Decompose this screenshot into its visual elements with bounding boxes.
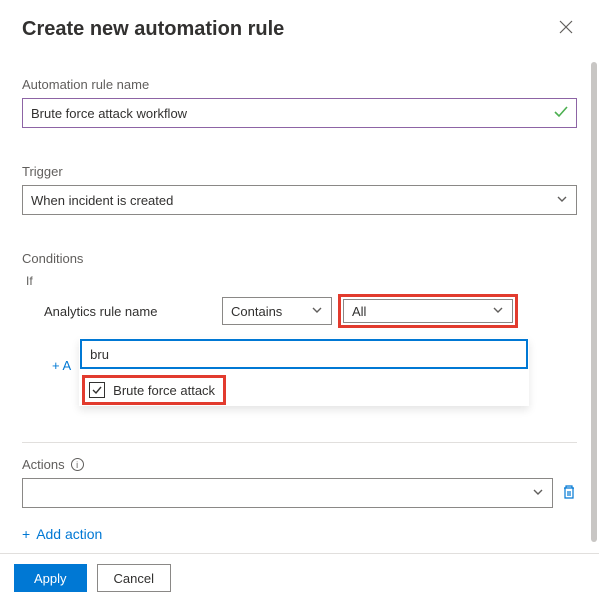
chevron-down-icon <box>492 304 504 319</box>
cancel-button[interactable]: Cancel <box>97 564 171 592</box>
condition-scope-value: All <box>352 304 366 319</box>
conditions-label: Conditions <box>22 251 577 266</box>
info-icon[interactable]: i <box>71 458 84 471</box>
actions-label: Actions <box>22 457 65 472</box>
filter-input[interactable] <box>80 339 528 369</box>
apply-button[interactable]: Apply <box>14 564 87 592</box>
action-select[interactable] <box>22 478 553 508</box>
filter-dropdown: Brute force attack <box>79 338 529 406</box>
rule-name-label: Automation rule name <box>22 77 577 92</box>
condition-operator-value: Contains <box>231 304 282 319</box>
condition-operator-select[interactable]: Contains <box>222 297 332 325</box>
condition-field-label: Analytics rule name <box>22 304 222 319</box>
scrollbar[interactable] <box>591 62 597 542</box>
condition-scope-select[interactable]: All <box>343 299 513 323</box>
chevron-down-icon <box>532 486 544 501</box>
conditions-if: If <box>22 274 577 288</box>
option-label: Brute force attack <box>113 383 215 398</box>
highlight-box: Brute force attack <box>82 375 226 405</box>
highlight-box: All <box>338 294 518 328</box>
trigger-select[interactable]: When incident is created <box>22 185 577 215</box>
delete-action-button[interactable] <box>561 484 577 503</box>
rule-name-input[interactable] <box>22 98 577 128</box>
check-icon <box>553 104 569 123</box>
plus-icon: + <box>22 526 30 542</box>
trigger-value: When incident is created <box>31 193 173 208</box>
option-checkbox[interactable] <box>89 382 105 398</box>
footer: Apply Cancel <box>0 553 599 602</box>
close-button[interactable] <box>555 18 577 41</box>
page-title: Create new automation rule <box>22 18 284 41</box>
trigger-label: Trigger <box>22 164 577 179</box>
add-action-link[interactable]: + Add action <box>22 526 102 542</box>
chevron-down-icon <box>311 304 323 319</box>
add-condition-link[interactable]: + A <box>22 338 71 373</box>
add-action-label: Add action <box>36 526 102 542</box>
divider <box>22 442 577 443</box>
chevron-down-icon <box>556 193 568 208</box>
